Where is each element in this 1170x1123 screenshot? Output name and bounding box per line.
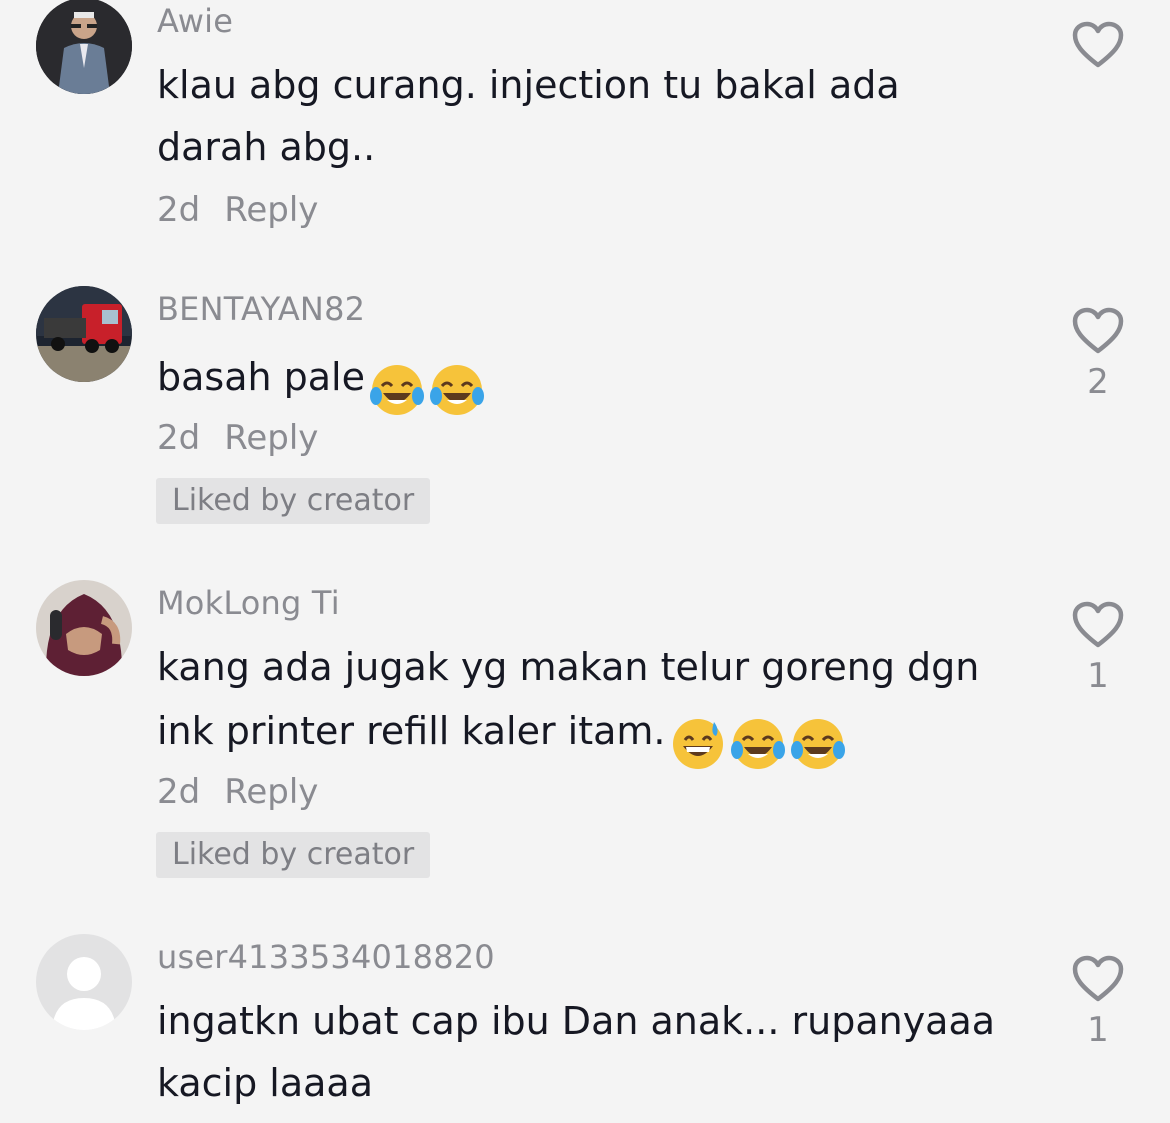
comment-meta: 2d Reply (157, 190, 318, 230)
comment-text-line: basah pale (157, 355, 365, 399)
reply-button[interactable]: Reply (224, 772, 318, 812)
face-with-tears-of-joy-icon (790, 718, 845, 769)
comment-text-line: klau abg curang. injection tu bakal ada (157, 63, 900, 107)
comment-time: 2d (157, 418, 201, 458)
comment-item: user4133534018820 ingatkn ubat cap ibu D… (0, 932, 1170, 1123)
comment-username[interactable]: BENTAYAN82 (157, 290, 365, 328)
like-button[interactable]: 1 (1068, 600, 1128, 696)
heart-outline-icon (1072, 955, 1124, 1002)
reply-button[interactable]: Reply (224, 418, 318, 458)
comment-username[interactable]: Awie (157, 2, 233, 40)
avatar-photo (36, 0, 132, 94)
like-count: 1 (1087, 1010, 1109, 1050)
comment-text: klau abg curang. injection tu bakal ada … (157, 54, 1037, 178)
grinning-face-with-sweat-icon (672, 718, 723, 769)
comment-text-line: ink printer refill kaler itam. (157, 709, 666, 753)
comment-text-line: ingatkn ubat cap ibu Dan anak... rupanya… (157, 999, 996, 1043)
comment-text-line: darah abg.. (157, 125, 376, 169)
comment-item: BENTAYAN82 basah pale 2d Reply Liked by c… (0, 284, 1170, 544)
avatar-photo (36, 580, 132, 676)
comment-time: 2d (157, 772, 201, 812)
like-count: 1 (1087, 656, 1109, 696)
avatar[interactable] (36, 580, 132, 676)
comment-time: 2d (157, 190, 201, 230)
emoji-group (666, 710, 846, 772)
liked-by-creator-badge: Liked by creator (156, 832, 431, 878)
avatar[interactable] (36, 0, 132, 94)
comment-meta: 2d Reply (157, 418, 318, 458)
avatar[interactable] (36, 934, 132, 1030)
heart-outline-icon (1072, 601, 1124, 648)
heart-outline-icon (1072, 21, 1124, 68)
avatar-photo (36, 286, 132, 382)
comment-text-line: kang ada jugak yg makan telur goreng dgn (157, 645, 980, 689)
like-count: 2 (1087, 362, 1109, 402)
like-button[interactable] (1068, 20, 1128, 70)
like-button[interactable]: 2 (1068, 306, 1128, 402)
heart-outline-icon (1072, 307, 1124, 354)
face-with-tears-of-joy-icon (430, 364, 484, 415)
comment-text: basah pale (157, 346, 1037, 418)
face-with-tears-of-joy-icon (370, 364, 424, 415)
comment-text-line: kacip laaaa (157, 1061, 373, 1105)
reply-button[interactable]: Reply (224, 190, 318, 230)
user-silhouette-icon (36, 934, 132, 1030)
comment-item: Awie klau abg curang. injection tu bakal… (0, 0, 1170, 260)
liked-by-creator-badge: Liked by creator (156, 478, 431, 524)
comment-username[interactable]: user4133534018820 (157, 938, 495, 976)
emoji-group (365, 356, 485, 418)
face-with-tears-of-joy-icon (730, 718, 785, 769)
avatar[interactable] (36, 286, 132, 382)
comment-text: ingatkn ubat cap ibu Dan anak... rupanya… (157, 990, 1037, 1114)
like-button[interactable]: 1 (1068, 954, 1128, 1050)
comment-meta: 2d Reply (157, 772, 318, 812)
comment-item: MokLong Ti kang ada jugak yg makan telur… (0, 578, 1170, 898)
comment-username[interactable]: MokLong Ti (157, 584, 340, 622)
comment-text: kang ada jugak yg makan telur goreng dgn… (157, 636, 1037, 772)
